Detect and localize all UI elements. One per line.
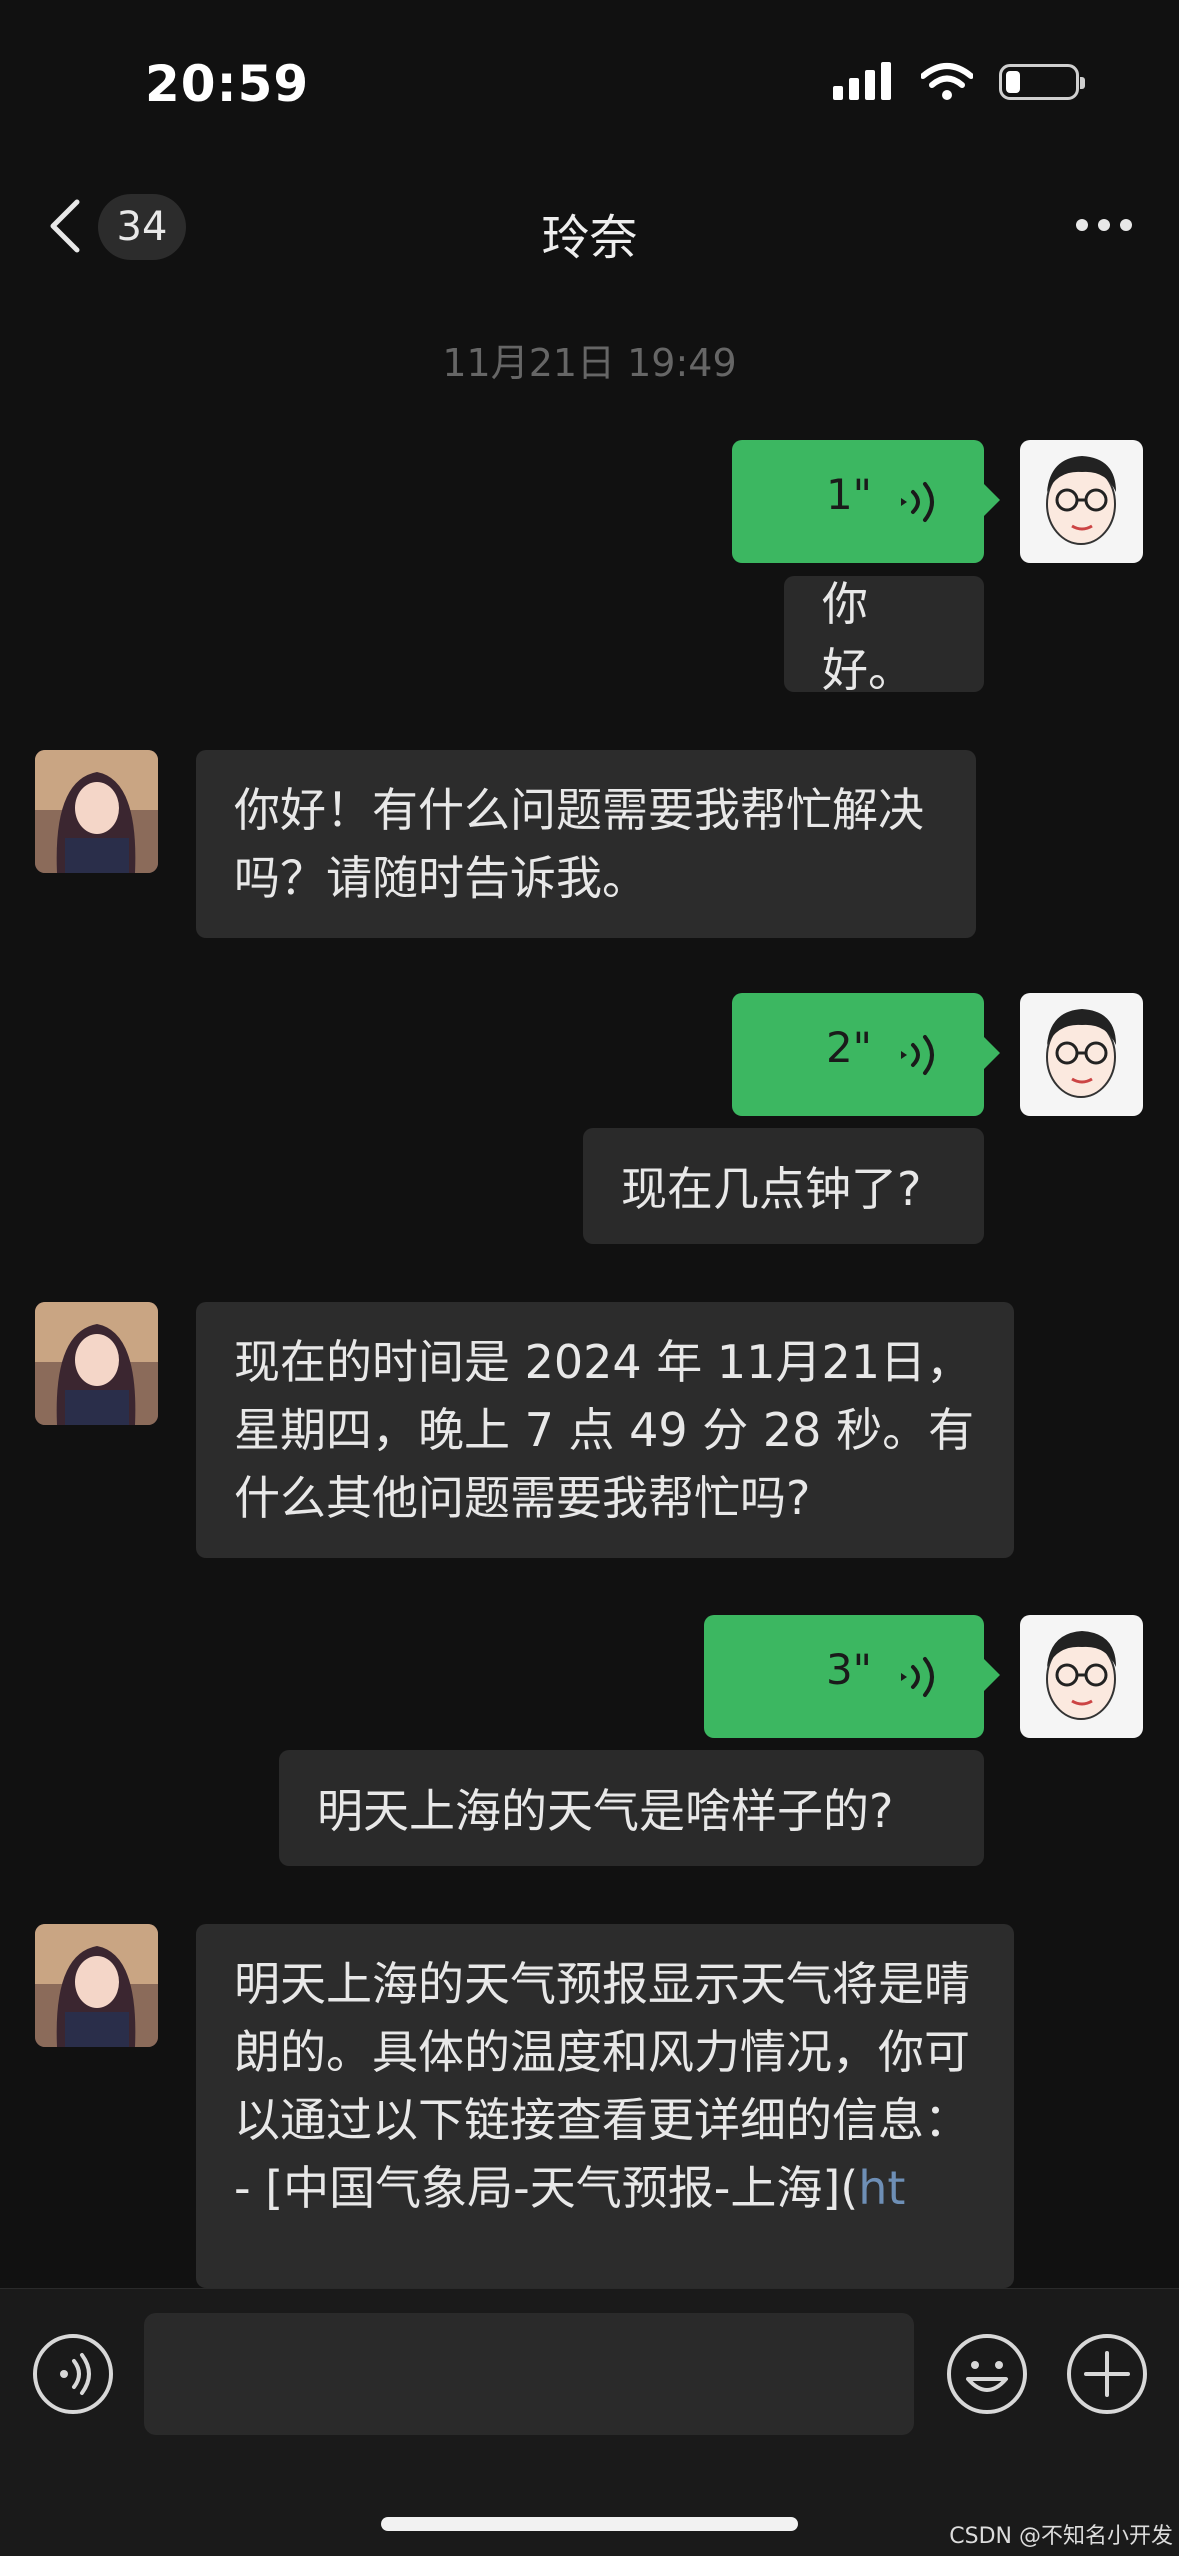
voice-wave-icon [901, 1035, 934, 1075]
bot-message: 你好！有什么问题需要我帮忙解决吗？请随时告诉我。 [196, 750, 976, 938]
wifi-icon [921, 63, 973, 100]
my-avatar[interactable] [1020, 1615, 1143, 1738]
voice-message[interactable]: 1" [732, 440, 1000, 563]
status-icons [833, 62, 1085, 102]
voice-message[interactable]: 3" [704, 1615, 1000, 1738]
voice-duration: 3" [825, 1645, 872, 1694]
home-indicator[interactable] [381, 2517, 798, 2531]
voice-duration: 1" [825, 470, 872, 519]
battery-icon [999, 64, 1085, 100]
plus-icon[interactable] [1064, 2331, 1150, 2417]
emoji-icon[interactable] [944, 2331, 1030, 2417]
voice-message[interactable]: 2" [732, 993, 1000, 1116]
message-input[interactable] [144, 2313, 914, 2435]
input-bar [0, 2288, 1179, 2556]
bot-message-list-item: - [中国气象局-天气预报-上海]( [234, 2161, 859, 2215]
bot-message-text: 明天上海的天气预报显示天气将是晴朗的。具体的温度和风力情况，你可以通过以下链接查… [234, 1957, 970, 2147]
status-time: 20:59 [145, 55, 310, 113]
bot-message: 现在的时间是 2024 年 11月21日，星期四，晚上 7 点 49 分 28 … [196, 1302, 1014, 1558]
signal-icon [833, 62, 891, 100]
voice-wave-icon [901, 1657, 934, 1697]
bot-message: 明天上海的天气预报显示天气将是晴朗的。具体的温度和风力情况，你可以通过以下链接查… [196, 1924, 1014, 2288]
more-icon[interactable] [1074, 210, 1134, 240]
voice-transcript: 现在几点钟了? [583, 1128, 984, 1244]
my-avatar[interactable] [1020, 993, 1143, 1116]
bot-avatar[interactable] [35, 750, 158, 873]
voice-input-icon[interactable] [30, 2331, 116, 2417]
my-avatar[interactable] [1020, 440, 1143, 563]
voice-transcript: 你好。 [784, 576, 984, 697]
watermark: CSDN @不知名小开发 [949, 2524, 1173, 2549]
chat-title: 玲奈 [541, 210, 638, 266]
bot-message-link[interactable]: ht [858, 2161, 905, 2215]
nav-bar: 34 玲奈 [0, 180, 1179, 270]
voice-duration: 2" [825, 1023, 872, 1072]
message-timestamp: 11月21日 19:49 [442, 341, 737, 385]
bot-avatar[interactable] [35, 1924, 158, 2047]
voice-wave-icon [901, 482, 934, 522]
voice-transcript: 明天上海的天气是啥样子的? [279, 1750, 984, 1866]
bot-avatar[interactable] [35, 1302, 158, 1425]
